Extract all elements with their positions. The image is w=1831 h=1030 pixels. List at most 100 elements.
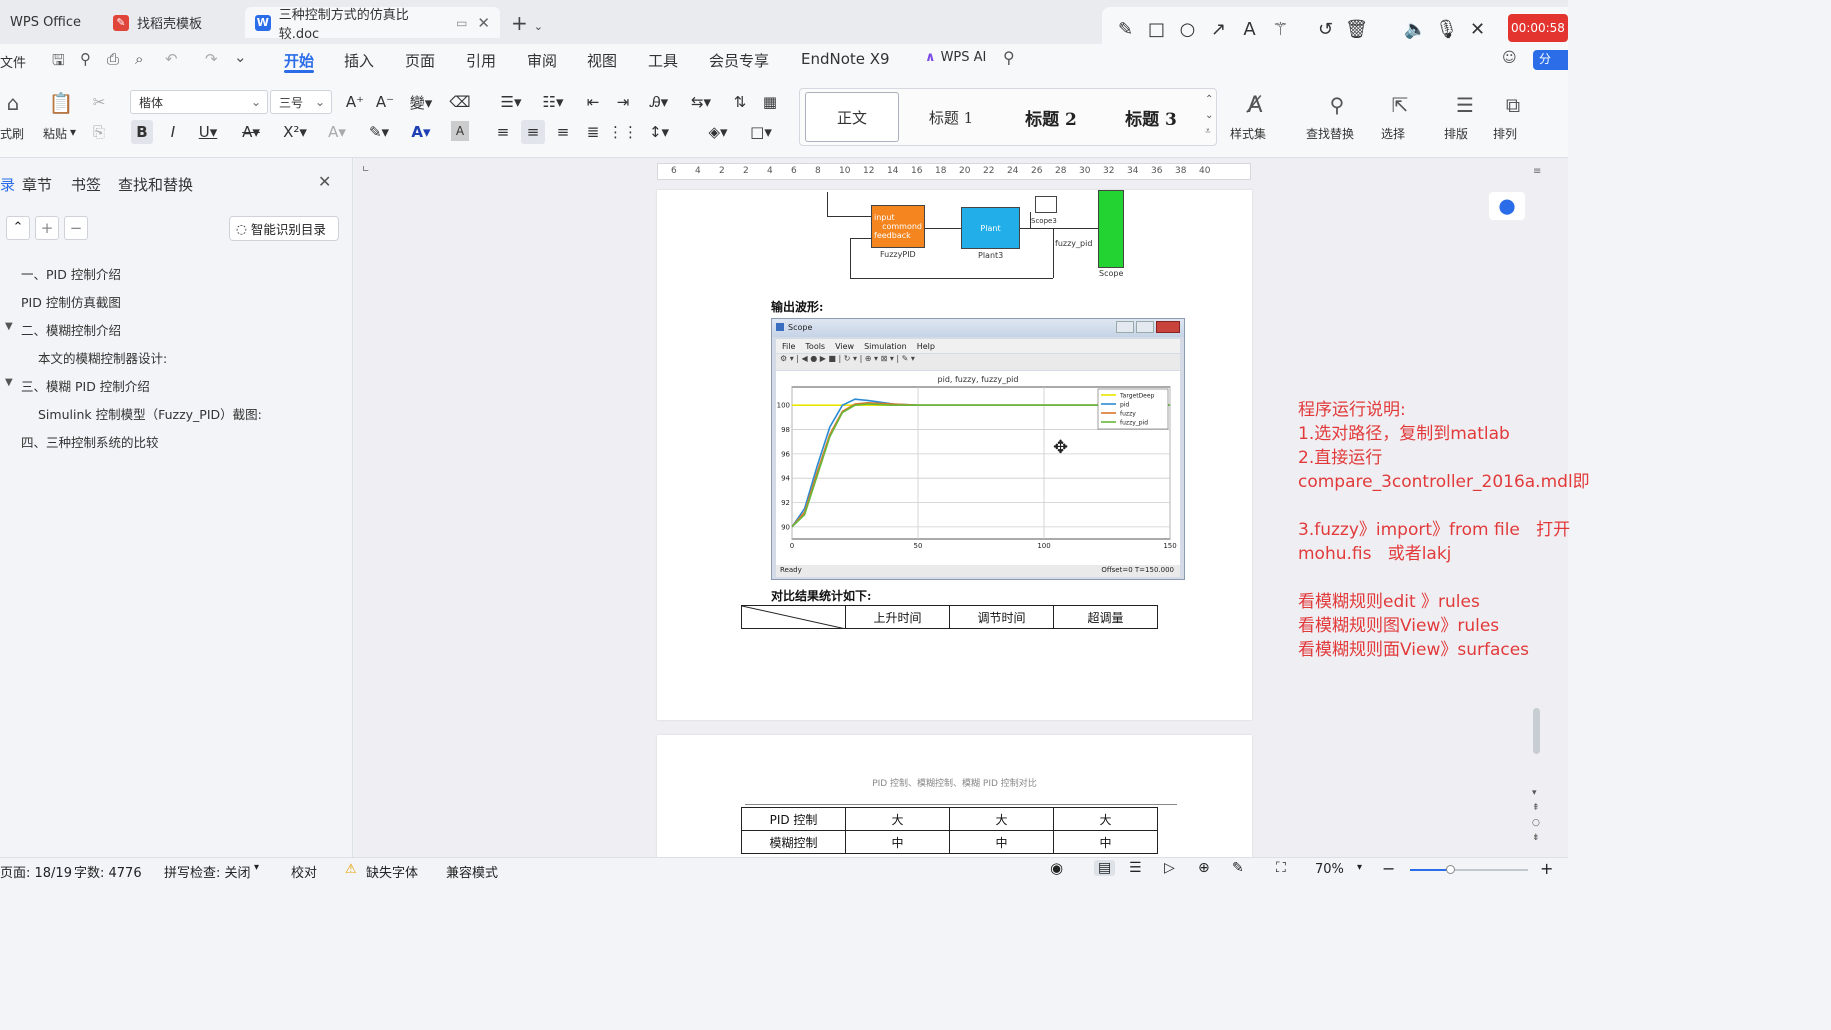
italic-button[interactable]: I [162,120,184,144]
fit-page-icon[interactable]: ⛶ [1276,860,1286,876]
plant-block[interactable]: Plant [961,207,1020,249]
menu-home[interactable]: 开始 [284,50,314,71]
cursor-icon[interactable]: ⇱ [1385,90,1415,120]
tab-document[interactable]: W 三种控制方式的仿真比较.doc ▭ ✕ [245,7,500,42]
outline-item[interactable]: 本文的模糊控制器设计: [38,348,167,367]
distributed-icon[interactable]: ⋮⋮ [608,120,638,144]
smart-toc-button[interactable]: ◌ 智能识别目录 [229,216,339,241]
monitor-icon[interactable]: ▭ [456,16,467,30]
style-heading-2[interactable]: 标题 2 [1005,92,1097,142]
table-icon[interactable]: ▦ [759,91,781,113]
menu-references[interactable]: 引用 [466,50,496,71]
select-label[interactable]: 选择 [1381,125,1405,142]
outline-item[interactable]: 一、PID 控制介绍 [21,264,121,283]
font-shrink-icon[interactable]: A⁻ [374,91,396,113]
chevron-down-icon[interactable]: ▾ [1357,862,1362,873]
close-icon[interactable]: ✕ [1462,14,1493,44]
missing-font-button[interactable]: 缺失字体 [366,862,418,881]
outdent-icon[interactable]: ⇤ [582,91,604,113]
location-pin-icon[interactable]: ⬤ [1489,192,1525,220]
copy-icon[interactable]: ⎘ [89,122,109,142]
layout-icon[interactable]: ☰ [1450,90,1480,120]
zoom-level[interactable]: 70% [1315,862,1344,877]
outline-item[interactable]: 二、模糊控制介绍 [21,320,121,339]
outline-item[interactable]: PID 控制仿真截图 [21,292,121,311]
strikethrough-button[interactable]: A▾ [236,120,266,144]
redo-icon[interactable]: ↷ [205,50,218,68]
bold-button[interactable]: B [131,120,153,144]
font-family-select[interactable]: 楷体 ⌄ [130,90,268,114]
magic-wand-icon[interactable]: ⚚ [1265,14,1296,44]
paste-icon[interactable]: 📋 [48,90,74,116]
outline-item[interactable]: 三、模糊 PID 控制介绍 [21,376,150,395]
style-normal[interactable]: 正文 [805,92,899,142]
menu-page[interactable]: 页面 [405,50,435,71]
highlight-button[interactable]: ✎▾ [364,120,394,144]
line-spacing-icon[interactable]: ↕▾ [644,120,674,144]
outline-item[interactable]: Simulink 控制模型（Fuzzy_PID）截图: [38,404,262,423]
border-icon[interactable]: □▾ [746,120,776,144]
new-tab-button[interactable]: + ⌄ [511,11,543,35]
pen-mode-icon[interactable]: ✎ [1232,860,1244,876]
menu-insert[interactable]: 插入 [344,50,374,71]
tab-bookmarks[interactable]: 书签 [71,174,101,195]
microphone-icon[interactable]: 🎙 [1431,14,1462,44]
find-replace-label[interactable]: 查找替换 [1306,125,1354,142]
page-nav-buttons[interactable]: ▾ ⇞ ○ ⇟ [1532,786,1540,846]
close-tab-icon[interactable]: ✕ [477,14,490,32]
style-scroll-arrows[interactable]: ⌃ ⌄ ⩡ [1205,92,1213,140]
align-left-icon[interactable]: ≡ [492,120,514,144]
speaker-icon[interactable]: 🔈 [1400,14,1431,44]
cut-icon[interactable]: ✂ [89,92,109,112]
arrange-icon[interactable]: ⧉ [1498,90,1528,120]
spellcheck-status[interactable]: 拼写检查: 关闭 [164,862,251,881]
shading-icon[interactable]: ◈▾ [703,120,733,144]
style-set-label[interactable]: 样式集 [1230,125,1266,142]
zoom-in-button[interactable]: + [1540,859,1553,878]
trash-icon[interactable]: 🗑 [1341,14,1372,44]
justify-icon[interactable]: ≣ [582,120,604,144]
print-preview-icon[interactable]: ⌕ [135,50,143,68]
char-shading-button[interactable]: A [451,121,469,141]
scope-block[interactable] [1098,190,1124,268]
chevron-down-icon[interactable]: ▾ [254,862,259,873]
chat-icon[interactable]: ☺ [1502,50,1517,66]
tab-toc-indicator[interactable]: 录 [0,174,15,194]
search-icon[interactable]: ⚲ [1003,48,1015,67]
numbered-list-icon[interactable]: ☷▾ [538,91,568,113]
phonetic-icon[interactable]: 變▾ [405,91,437,113]
undo-menu-icon[interactable]: ↶ [165,50,178,68]
align-right-icon[interactable]: ≡ [552,120,574,144]
line-break-icon[interactable]: ⇆▾ [686,91,716,113]
fuzzy-pid-block[interactable]: input commond feedback [871,205,925,248]
text-effect-button[interactable]: A▾ [322,120,352,144]
tab-template[interactable]: ✎ 找稻壳模板 [103,7,241,38]
outline-item[interactable]: 四、三种控制系统的比较 [21,432,159,451]
menu-endnote[interactable]: EndNote X9 [801,50,890,68]
page-indicator[interactable]: 页面: 18/19 [0,862,72,881]
font-grow-icon[interactable]: A⁺ [344,91,366,113]
link-icon[interactable]: ⚲ [80,50,91,68]
menu-member[interactable]: 会员专享 [709,50,769,71]
style-heading-1[interactable]: 标题 1 [905,92,997,142]
ruler-toggle-icon[interactable]: ≡ [1533,166,1541,177]
tab-chapters[interactable]: 章节 [22,174,52,195]
menu-tools[interactable]: 工具 [648,50,678,71]
share-button[interactable]: 分 [1533,50,1568,70]
find-icon[interactable]: ⚲ [1322,90,1352,120]
chevron-down-icon[interactable]: ⌄ [234,48,247,66]
rectangle-icon[interactable]: □ [1141,14,1172,44]
print-icon[interactable]: ⎙ [107,50,119,68]
indent-icon[interactable]: ⇥ [612,91,634,113]
layout-label[interactable]: 排版 [1444,125,1468,142]
add-heading-button[interactable]: + [35,216,59,240]
scope3-block[interactable] [1035,196,1057,213]
align-center-icon[interactable]: ≡ [521,120,545,144]
tab-stop-icon[interactable]: ∟ [362,165,370,175]
expand-icon[interactable]: ▼ [5,377,13,388]
outline-view-icon[interactable]: ☰ [1129,860,1142,876]
tab-find-replace[interactable]: 查找和替换 [118,174,193,195]
eraser-icon[interactable]: ⌫ [449,91,471,113]
font-color-button[interactable]: A▾ [406,120,436,144]
superscript-button[interactable]: X²▾ [280,120,310,144]
